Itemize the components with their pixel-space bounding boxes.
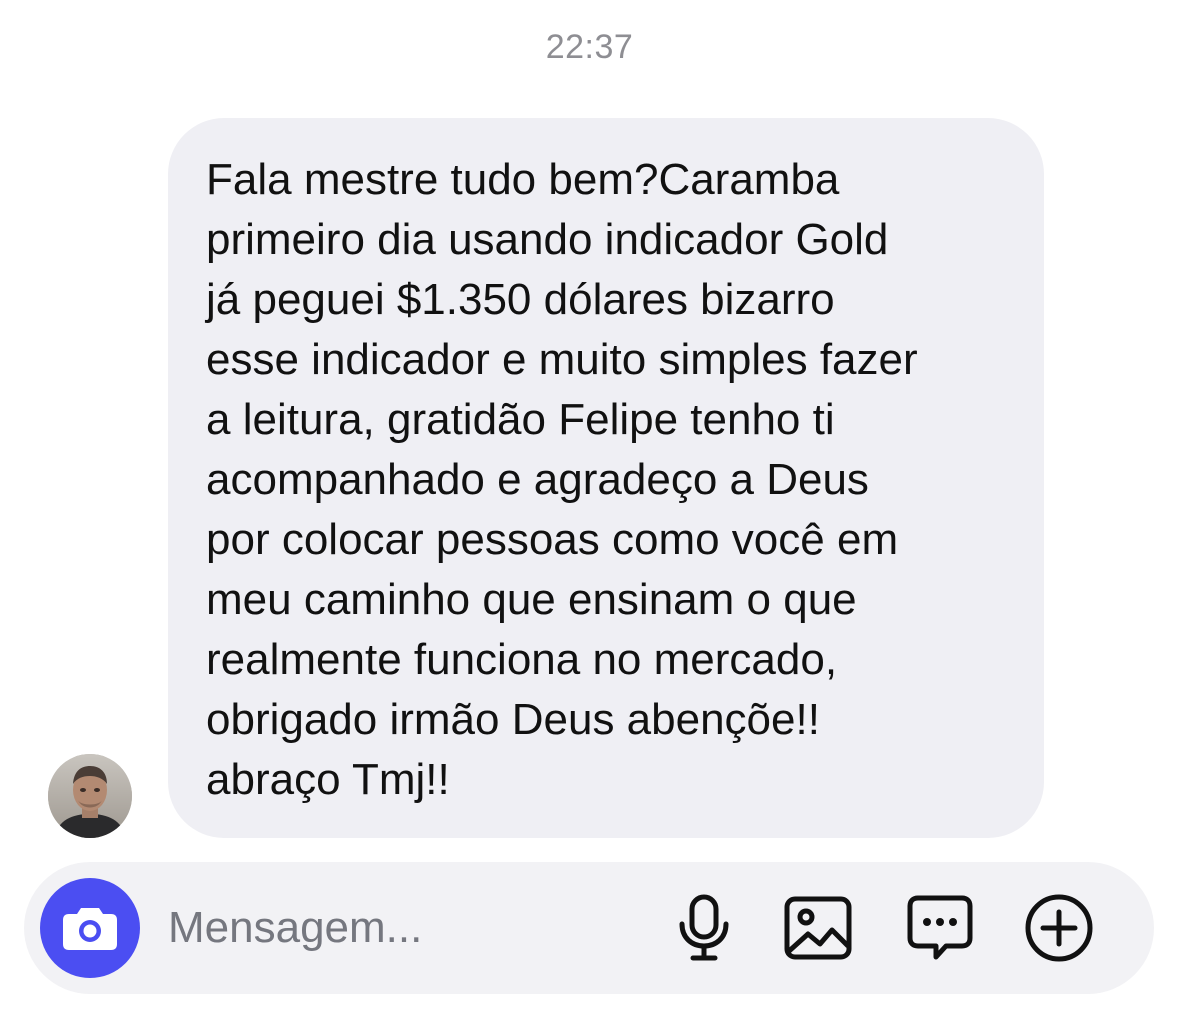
more-options-button[interactable] — [1023, 892, 1095, 964]
dm-thread: 22:37 Fala mestre tudo bem?Caramba prime… — [0, 0, 1179, 1018]
camera-icon — [63, 908, 117, 950]
microphone-icon — [679, 894, 729, 961]
sender-avatar[interactable] — [48, 754, 132, 838]
voice-message-button[interactable] — [668, 892, 740, 964]
avatar-photo — [48, 754, 132, 838]
message-input[interactable] — [168, 892, 638, 964]
camera-button[interactable] — [40, 878, 140, 978]
incoming-message-bubble[interactable]: Fala mestre tudo bem?Caramba primeiro di… — [168, 118, 1044, 838]
chat-bubble-icon — [907, 895, 973, 960]
message-composer — [24, 862, 1154, 994]
gallery-button[interactable] — [782, 892, 854, 964]
sticker-button[interactable] — [904, 892, 976, 964]
plus-circle-icon — [1025, 894, 1093, 962]
message-timestamp: 22:37 — [545, 28, 634, 66]
image-icon — [784, 896, 852, 960]
message-text: Fala mestre tudo bem?Caramba primeiro di… — [206, 155, 918, 804]
